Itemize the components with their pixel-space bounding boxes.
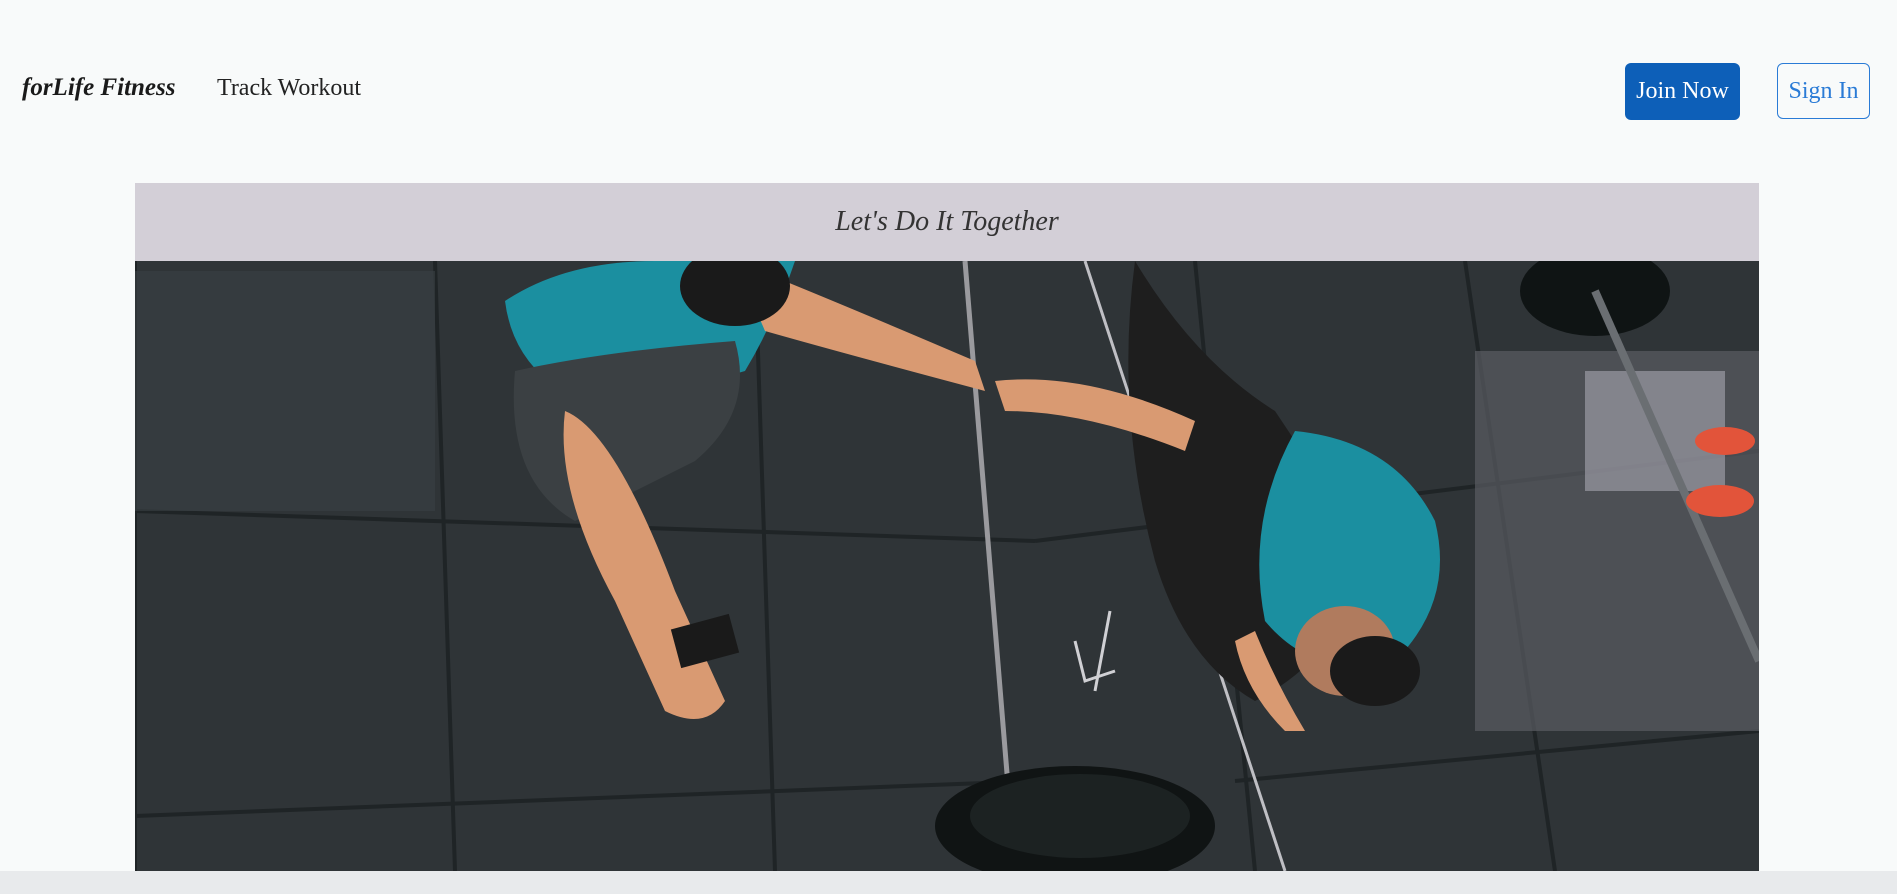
join-now-button[interactable]: Join Now xyxy=(1625,63,1740,120)
hero-image-illustration xyxy=(135,246,1759,871)
hero-tagline: Let's Do It Together xyxy=(835,206,1059,237)
top-navbar: forLife Fitness Track Workout Join Now S… xyxy=(0,0,1897,184)
sign-in-button[interactable]: Sign In xyxy=(1777,63,1870,119)
hero-section: Let's Do It Together xyxy=(135,183,1759,871)
hero-image xyxy=(135,246,1759,871)
hero-banner: Let's Do It Together xyxy=(135,183,1759,261)
nav-link-track-workout[interactable]: Track Workout xyxy=(217,75,361,102)
bottom-scroll-strip xyxy=(0,871,1897,894)
brand-logo[interactable]: forLife Fitness xyxy=(22,74,175,102)
